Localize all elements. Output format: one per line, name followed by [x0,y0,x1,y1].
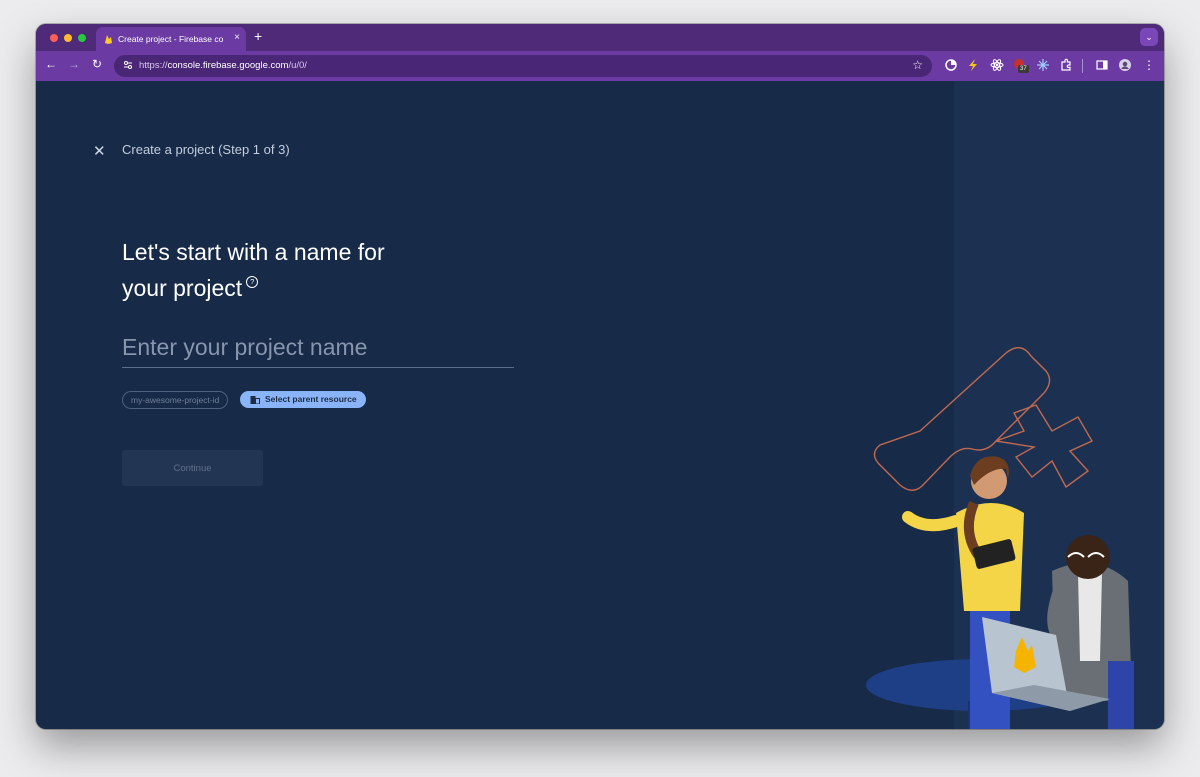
browser-menu-button[interactable]: ⋮ [1141,58,1157,72]
team-illustration [866,347,1134,729]
close-window-button[interactable] [50,34,58,42]
tab-strip: Create project - Firebase co × + ⌄ [36,24,1164,51]
lightning-extension-icon[interactable] [966,58,980,72]
reload-button[interactable]: ↻ [89,57,105,71]
tab-search-button[interactable]: ⌄ [1140,28,1158,46]
person-2-shirt [1078,573,1102,661]
page-heading: Let's start with a name for your project… [122,234,442,306]
project-id-chip[interactable]: my-awesome-project-id [122,391,229,409]
forward-button[interactable]: → [66,57,82,71]
browser-window: Create project - Firebase co × + ⌄ ← → ↻… [36,24,1164,729]
step-indicator: Create a project (Step 1 of 3) [122,142,290,157]
tab-firebase[interactable]: Create project - Firebase co × [96,27,246,51]
person-2-legs [1108,661,1134,729]
firebase-create-project-page: ✕ Create a project (Step 1 of 3) Let's s… [36,81,1164,729]
sparkle-extension-icon[interactable] [1036,58,1050,72]
back-button[interactable]: ← [43,57,59,71]
extensions-puzzle-icon[interactable] [1059,58,1073,72]
heading-line-1: Let's start with a name for [122,239,385,265]
close-icon[interactable]: ✕ [93,142,106,160]
toolbar-divider [1082,59,1083,73]
maximize-window-button[interactable] [78,34,86,42]
url-text: https://console.firebase.google.com/u/0/ [139,60,307,71]
project-name-input[interactable] [122,327,514,368]
firebase-favicon-icon [105,35,112,44]
select-parent-resource-button[interactable]: Select parent resource [240,391,366,408]
extension-badge-count: 37 [1018,65,1029,73]
new-tab-button[interactable]: + [254,29,262,43]
decorative-outline-shape [873,347,1051,491]
help-icon[interactable]: ? [246,276,259,288]
react-devtools-icon[interactable] [990,58,1004,72]
bookmark-star-icon[interactable]: ☆ [912,58,923,72]
site-settings-icon[interactable] [123,60,133,70]
tab-close-icon[interactable]: × [234,32,240,43]
browser-toolbar: ← → ↻ https://console.firebase.google.co… [36,51,1164,81]
minimize-window-button[interactable] [64,34,72,42]
side-panel-icon[interactable] [1095,58,1109,72]
continue-button[interactable]: Continue [122,450,263,486]
person-1-arm [902,511,962,532]
tab-title: Create project - Firebase co [118,34,224,44]
extension-1-icon[interactable] [944,58,958,72]
decorative-asterisk-shape [995,404,1093,489]
profile-avatar-icon[interactable] [1118,58,1132,72]
organization-icon [250,396,260,404]
heading-line-2: your project [122,275,243,301]
badge-extension-icon[interactable]: 37 [1013,58,1029,73]
address-bar[interactable]: https://console.firebase.google.com/u/0/… [114,55,932,77]
select-parent-resource-label: Select parent resource [265,394,357,404]
